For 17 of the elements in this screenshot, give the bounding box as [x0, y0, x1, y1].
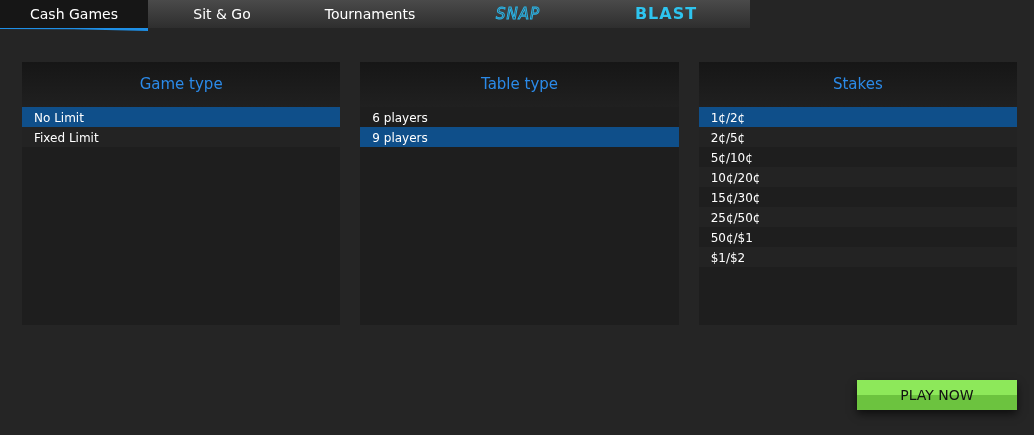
list-item[interactable]: 9 players — [360, 127, 679, 147]
panel-title: Game type — [139, 74, 223, 96]
list-item[interactable]: 2¢/5¢ — [698, 127, 1017, 147]
panel-title: Stakes — [832, 74, 883, 96]
list-item[interactable]: No Limit — [22, 107, 341, 127]
tab[interactable]: Cash Games — [0, 0, 148, 28]
list-item[interactable]: $1/$2 — [698, 247, 1017, 267]
tab[interactable]: Tournaments — [296, 0, 444, 28]
list-item[interactable]: 10¢/20¢ — [698, 167, 1017, 187]
tab[interactable]: BLAST — [592, 0, 740, 28]
list-item[interactable]: 1¢/2¢ — [698, 107, 1017, 127]
list-item[interactable]: 25¢/50¢ — [698, 207, 1017, 227]
tab[interactable]: SNAP — [444, 0, 592, 28]
play-now-button[interactable]: PLAY NOW — [857, 380, 1017, 410]
list-item[interactable]: Fixed Limit — [22, 127, 341, 147]
tab[interactable]: Sit & Go — [148, 0, 296, 28]
panel-title: Table type — [480, 74, 559, 96]
